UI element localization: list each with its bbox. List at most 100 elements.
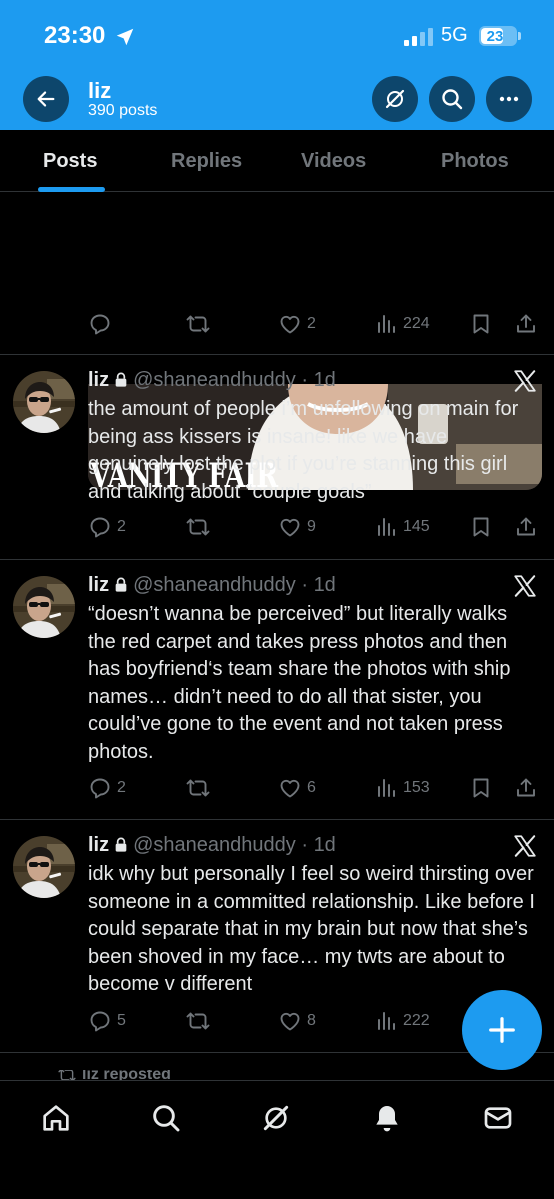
back-button[interactable] — [23, 76, 69, 122]
x-logo-icon — [512, 573, 538, 599]
x-logo-icon — [512, 368, 538, 394]
media-post[interactable]: VANITY FAIR 2 224 — [0, 192, 554, 490]
profile-tabs: Posts Replies Videos Photos — [0, 130, 554, 192]
grok-button[interactable] — [372, 76, 418, 122]
profile-name: liz — [88, 78, 112, 103]
tab-videos[interactable]: Videos — [301, 150, 366, 173]
bookmark-icon — [469, 312, 493, 336]
nav-search[interactable] — [148, 1100, 184, 1136]
views-button[interactable]: 224 — [374, 312, 430, 336]
reply-button[interactable]: 5 — [88, 1009, 126, 1033]
lock-icon — [113, 372, 129, 388]
reply-button[interactable]: 2 — [88, 515, 126, 539]
views-icon — [374, 515, 398, 539]
view-count: 145 — [403, 518, 430, 535]
author-handle[interactable]: @shaneandhuddy — [133, 834, 296, 856]
share-icon — [514, 515, 538, 539]
nav-home[interactable] — [38, 1100, 74, 1136]
like-icon — [278, 1009, 302, 1033]
repost-icon — [186, 1009, 210, 1033]
profile-header: 23:30 5G 23 liz 390 posts — [0, 0, 554, 130]
more-button[interactable] — [486, 76, 532, 122]
author-handle[interactable]: @shaneandhuddy — [133, 574, 296, 596]
repost-icon — [186, 515, 210, 539]
tweet-header: liz @shaneandhuddy · 1d — [88, 834, 336, 856]
messages-icon — [484, 1107, 512, 1129]
views-button[interactable]: 222 — [374, 1009, 430, 1033]
tweet-time: 1d — [313, 369, 336, 391]
repost-button[interactable] — [186, 515, 210, 539]
views-icon — [374, 776, 398, 800]
author-name[interactable]: liz — [88, 369, 109, 391]
repost-button[interactable] — [186, 312, 210, 336]
repost-button[interactable] — [186, 776, 210, 800]
status-bar: 23:30 5G 23 — [0, 0, 554, 72]
share-button[interactable] — [514, 312, 538, 336]
share-button[interactable] — [514, 515, 538, 539]
repost-button[interactable] — [186, 1009, 210, 1033]
reply-button[interactable]: 2 — [88, 776, 126, 800]
grok-icon — [383, 87, 407, 111]
grok-icon — [260, 1102, 292, 1134]
avatar[interactable] — [13, 371, 75, 433]
compose-icon — [489, 1017, 515, 1043]
view-count: 224 — [403, 315, 430, 332]
nav-notifications[interactable] — [369, 1100, 405, 1136]
tweet-time: 1d — [313, 574, 336, 596]
home-icon — [43, 1105, 69, 1131]
compose-button[interactable] — [462, 990, 542, 1070]
bookmark-button[interactable] — [469, 776, 493, 800]
post-actions: 2 224 — [88, 312, 542, 338]
nav-messages[interactable] — [480, 1100, 516, 1136]
avatar[interactable] — [13, 576, 75, 638]
views-icon — [374, 312, 398, 336]
bookmark-button[interactable] — [469, 312, 493, 336]
repost-icon — [186, 776, 210, 800]
view-count: 222 — [403, 1012, 430, 1029]
like-count: 6 — [307, 779, 316, 796]
like-count: 2 — [307, 315, 316, 332]
author-handle[interactable]: @shaneandhuddy — [133, 369, 296, 391]
reply-button[interactable] — [88, 312, 112, 336]
tweet[interactable]: liz @shaneandhuddy · 1d “doesn’t wanna be… — [0, 560, 554, 820]
like-button[interactable]: 9 — [278, 515, 316, 539]
more-icon — [499, 96, 519, 102]
like-button[interactable]: 2 — [278, 312, 316, 336]
search-icon — [442, 89, 463, 110]
reply-icon — [88, 312, 112, 336]
share-button[interactable] — [514, 776, 538, 800]
repost-icon — [58, 1070, 76, 1080]
view-count: 153 — [403, 779, 430, 796]
search-icon — [153, 1105, 180, 1132]
tab-posts[interactable]: Posts — [43, 150, 97, 173]
reply-icon — [88, 776, 112, 800]
views-icon — [374, 1009, 398, 1033]
tab-photos[interactable]: Photos — [441, 150, 509, 173]
tab-replies[interactable]: Replies — [171, 150, 242, 173]
views-button[interactable]: 153 — [374, 776, 430, 800]
reply-count: 2 — [117, 518, 126, 535]
author-name[interactable]: liz — [88, 834, 109, 856]
bottom-nav — [0, 1080, 554, 1199]
tweet[interactable]: liz @shaneandhuddy · 1d the amount of peo… — [0, 355, 554, 560]
x-logo-icon — [512, 833, 538, 859]
search-button[interactable] — [429, 76, 475, 122]
like-count: 8 — [307, 1012, 316, 1029]
views-button[interactable]: 145 — [374, 515, 430, 539]
lock-icon — [113, 577, 129, 593]
reply-icon — [88, 515, 112, 539]
avatar[interactable] — [13, 836, 75, 898]
like-icon — [278, 312, 302, 336]
tweet-actions: 2 6 153 — [88, 776, 542, 802]
nav-grok[interactable] — [258, 1100, 294, 1136]
tweet-text: “doesn’t wanna be perceived” but literal… — [88, 603, 511, 763]
author-name[interactable]: liz — [88, 574, 109, 596]
network-type: 5G — [441, 24, 468, 46]
like-button[interactable]: 8 — [278, 1009, 316, 1033]
tweet-header: liz @shaneandhuddy · 1d — [88, 369, 336, 391]
like-button[interactable]: 6 — [278, 776, 316, 800]
back-arrow-icon — [37, 91, 55, 107]
share-icon — [514, 312, 538, 336]
like-icon — [278, 776, 302, 800]
bookmark-button[interactable] — [469, 515, 493, 539]
